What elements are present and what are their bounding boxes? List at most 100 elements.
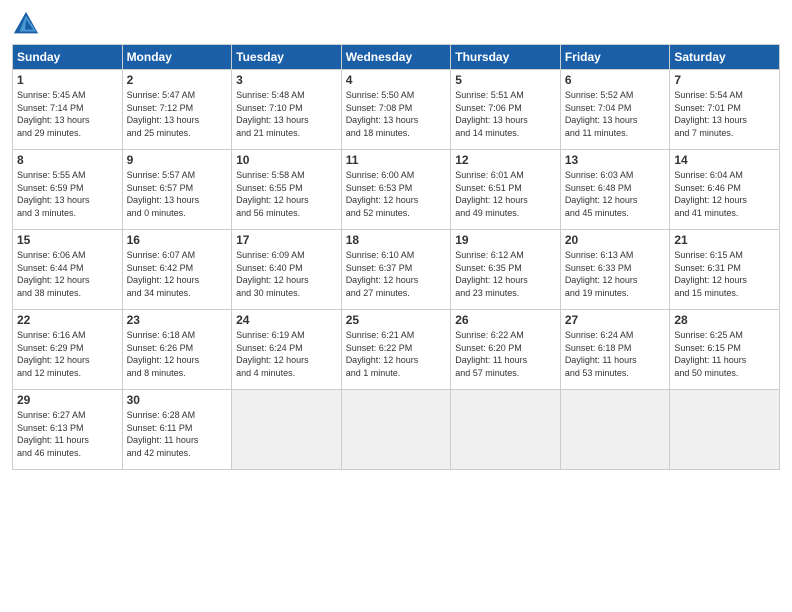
day-number: 4 bbox=[346, 73, 447, 87]
logo-icon bbox=[12, 10, 40, 38]
day-info: Sunrise: 6:18 AM Sunset: 6:26 PM Dayligh… bbox=[127, 329, 228, 379]
empty-cell bbox=[451, 390, 561, 470]
day-number: 26 bbox=[455, 313, 556, 327]
day-info: Sunrise: 6:03 AM Sunset: 6:48 PM Dayligh… bbox=[565, 169, 666, 219]
empty-cell bbox=[670, 390, 780, 470]
day-info: Sunrise: 6:19 AM Sunset: 6:24 PM Dayligh… bbox=[236, 329, 337, 379]
day-cell-2: 2 Sunrise: 5:47 AM Sunset: 7:12 PM Daylig… bbox=[122, 70, 232, 150]
day-cell-11: 11 Sunrise: 6:00 AM Sunset: 6:53 PM Dayli… bbox=[341, 150, 451, 230]
day-info: Sunrise: 6:09 AM Sunset: 6:40 PM Dayligh… bbox=[236, 249, 337, 299]
day-cell-27: 27 Sunrise: 6:24 AM Sunset: 6:18 PM Dayli… bbox=[560, 310, 670, 390]
empty-cell bbox=[341, 390, 451, 470]
empty-cell bbox=[232, 390, 342, 470]
day-number: 11 bbox=[346, 153, 447, 167]
weekday-monday: Monday bbox=[122, 45, 232, 70]
day-cell-28: 28Sunrise: 6:25 AM Sunset: 6:15 PM Dayli… bbox=[670, 310, 780, 390]
day-info: Sunrise: 6:22 AM Sunset: 6:20 PM Dayligh… bbox=[455, 329, 556, 379]
calendar-table: SundayMondayTuesdayWednesdayThursdayFrid… bbox=[12, 44, 780, 470]
day-cell-25: 25 Sunrise: 6:21 AM Sunset: 6:22 PM Dayli… bbox=[341, 310, 451, 390]
day-number: 18 bbox=[346, 233, 447, 247]
day-info: Sunrise: 5:54 AM Sunset: 7:01 PM Dayligh… bbox=[674, 89, 775, 139]
day-cell-16: 16 Sunrise: 6:07 AM Sunset: 6:42 PM Dayli… bbox=[122, 230, 232, 310]
day-info: Sunrise: 6:25 AM Sunset: 6:15 PM Dayligh… bbox=[674, 329, 775, 379]
weekday-sunday: Sunday bbox=[13, 45, 123, 70]
day-number: 14 bbox=[674, 153, 775, 167]
day-info: Sunrise: 6:28 AM Sunset: 6:11 PM Dayligh… bbox=[127, 409, 228, 459]
day-number: 21 bbox=[674, 233, 775, 247]
day-number: 7 bbox=[674, 73, 775, 87]
day-info: Sunrise: 6:00 AM Sunset: 6:53 PM Dayligh… bbox=[346, 169, 447, 219]
day-info: Sunrise: 6:13 AM Sunset: 6:33 PM Dayligh… bbox=[565, 249, 666, 299]
day-number: 13 bbox=[565, 153, 666, 167]
weekday-thursday: Thursday bbox=[451, 45, 561, 70]
day-info: Sunrise: 6:07 AM Sunset: 6:42 PM Dayligh… bbox=[127, 249, 228, 299]
day-info: Sunrise: 6:12 AM Sunset: 6:35 PM Dayligh… bbox=[455, 249, 556, 299]
day-cell-1: 1 Sunrise: 5:45 AM Sunset: 7:14 PM Daylig… bbox=[13, 70, 123, 150]
week-row-4: 22Sunrise: 6:16 AM Sunset: 6:29 PM Dayli… bbox=[13, 310, 780, 390]
day-number: 29 bbox=[17, 393, 118, 407]
day-number: 17 bbox=[236, 233, 337, 247]
day-cell-17: 17 Sunrise: 6:09 AM Sunset: 6:40 PM Dayli… bbox=[232, 230, 342, 310]
logo bbox=[12, 10, 44, 38]
day-info: Sunrise: 6:21 AM Sunset: 6:22 PM Dayligh… bbox=[346, 329, 447, 379]
empty-cell bbox=[560, 390, 670, 470]
day-cell-14: 14 Sunrise: 6:04 AM Sunset: 6:46 PM Dayli… bbox=[670, 150, 780, 230]
day-info: Sunrise: 6:24 AM Sunset: 6:18 PM Dayligh… bbox=[565, 329, 666, 379]
week-row-2: 8Sunrise: 5:55 AM Sunset: 6:59 PM Daylig… bbox=[13, 150, 780, 230]
day-number: 23 bbox=[127, 313, 228, 327]
day-number: 9 bbox=[127, 153, 228, 167]
day-number: 2 bbox=[127, 73, 228, 87]
day-cell-10: 10Sunrise: 5:58 AM Sunset: 6:55 PM Dayli… bbox=[232, 150, 342, 230]
day-info: Sunrise: 6:15 AM Sunset: 6:31 PM Dayligh… bbox=[674, 249, 775, 299]
day-cell-15: 15 Sunrise: 6:06 AM Sunset: 6:44 PM Dayli… bbox=[13, 230, 123, 310]
day-number: 16 bbox=[127, 233, 228, 247]
day-cell-21: 21 Sunrise: 6:15 AM Sunset: 6:31 PM Dayli… bbox=[670, 230, 780, 310]
day-cell-18: 18 Sunrise: 6:10 AM Sunset: 6:37 PM Dayli… bbox=[341, 230, 451, 310]
week-row-3: 15 Sunrise: 6:06 AM Sunset: 6:44 PM Dayli… bbox=[13, 230, 780, 310]
day-cell-12: 12 Sunrise: 6:01 AM Sunset: 6:51 PM Dayli… bbox=[451, 150, 561, 230]
day-cell-4: 4 Sunrise: 5:50 AM Sunset: 7:08 PM Daylig… bbox=[341, 70, 451, 150]
day-info: Sunrise: 5:47 AM Sunset: 7:12 PM Dayligh… bbox=[127, 89, 228, 139]
weekday-friday: Friday bbox=[560, 45, 670, 70]
day-number: 5 bbox=[455, 73, 556, 87]
week-row-1: 1 Sunrise: 5:45 AM Sunset: 7:14 PM Daylig… bbox=[13, 70, 780, 150]
day-number: 24 bbox=[236, 313, 337, 327]
day-cell-7: 7 Sunrise: 5:54 AM Sunset: 7:01 PM Daylig… bbox=[670, 70, 780, 150]
day-number: 15 bbox=[17, 233, 118, 247]
weekday-saturday: Saturday bbox=[670, 45, 780, 70]
day-info: Sunrise: 6:04 AM Sunset: 6:46 PM Dayligh… bbox=[674, 169, 775, 219]
day-info: Sunrise: 5:58 AM Sunset: 6:55 PM Dayligh… bbox=[236, 169, 337, 219]
week-row-5: 29 Sunrise: 6:27 AM Sunset: 6:13 PM Dayli… bbox=[13, 390, 780, 470]
day-number: 6 bbox=[565, 73, 666, 87]
day-cell-30: 30Sunrise: 6:28 AM Sunset: 6:11 PM Dayli… bbox=[122, 390, 232, 470]
day-info: Sunrise: 5:51 AM Sunset: 7:06 PM Dayligh… bbox=[455, 89, 556, 139]
day-info: Sunrise: 6:16 AM Sunset: 6:29 PM Dayligh… bbox=[17, 329, 118, 379]
day-number: 19 bbox=[455, 233, 556, 247]
day-cell-19: 19 Sunrise: 6:12 AM Sunset: 6:35 PM Dayli… bbox=[451, 230, 561, 310]
day-cell-8: 8Sunrise: 5:55 AM Sunset: 6:59 PM Daylig… bbox=[13, 150, 123, 230]
day-info: Sunrise: 6:10 AM Sunset: 6:37 PM Dayligh… bbox=[346, 249, 447, 299]
day-number: 1 bbox=[17, 73, 118, 87]
day-cell-9: 9 Sunrise: 5:57 AM Sunset: 6:57 PM Daylig… bbox=[122, 150, 232, 230]
day-cell-5: 5 Sunrise: 5:51 AM Sunset: 7:06 PM Daylig… bbox=[451, 70, 561, 150]
day-cell-23: 23 Sunrise: 6:18 AM Sunset: 6:26 PM Dayli… bbox=[122, 310, 232, 390]
day-info: Sunrise: 6:06 AM Sunset: 6:44 PM Dayligh… bbox=[17, 249, 118, 299]
day-info: Sunrise: 5:45 AM Sunset: 7:14 PM Dayligh… bbox=[17, 89, 118, 139]
day-info: Sunrise: 6:27 AM Sunset: 6:13 PM Dayligh… bbox=[17, 409, 118, 459]
day-cell-29: 29 Sunrise: 6:27 AM Sunset: 6:13 PM Dayli… bbox=[13, 390, 123, 470]
weekday-wednesday: Wednesday bbox=[341, 45, 451, 70]
weekday-header-row: SundayMondayTuesdayWednesdayThursdayFrid… bbox=[13, 45, 780, 70]
day-number: 12 bbox=[455, 153, 556, 167]
day-info: Sunrise: 6:01 AM Sunset: 6:51 PM Dayligh… bbox=[455, 169, 556, 219]
day-number: 27 bbox=[565, 313, 666, 327]
day-cell-24: 24 Sunrise: 6:19 AM Sunset: 6:24 PM Dayli… bbox=[232, 310, 342, 390]
day-info: Sunrise: 5:57 AM Sunset: 6:57 PM Dayligh… bbox=[127, 169, 228, 219]
day-cell-26: 26 Sunrise: 6:22 AM Sunset: 6:20 PM Dayli… bbox=[451, 310, 561, 390]
day-cell-6: 6Sunrise: 5:52 AM Sunset: 7:04 PM Daylig… bbox=[560, 70, 670, 150]
header bbox=[12, 10, 780, 38]
day-number: 25 bbox=[346, 313, 447, 327]
day-info: Sunrise: 5:50 AM Sunset: 7:08 PM Dayligh… bbox=[346, 89, 447, 139]
day-cell-3: 3Sunrise: 5:48 AM Sunset: 7:10 PM Daylig… bbox=[232, 70, 342, 150]
day-number: 20 bbox=[565, 233, 666, 247]
day-cell-22: 22Sunrise: 6:16 AM Sunset: 6:29 PM Dayli… bbox=[13, 310, 123, 390]
